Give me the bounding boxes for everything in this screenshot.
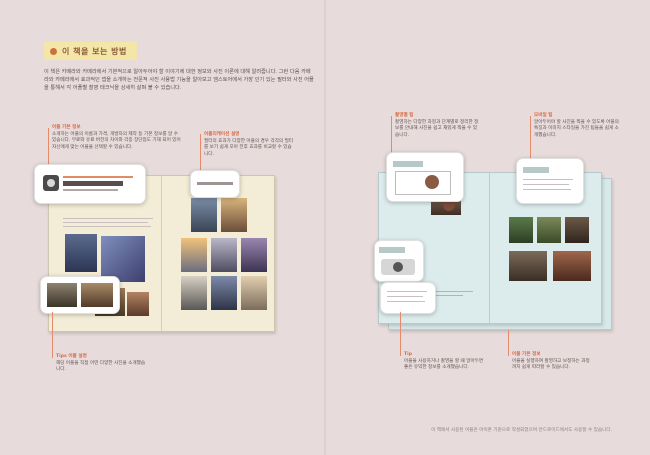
leader-line bbox=[530, 116, 531, 160]
callout-mobile-tip bbox=[516, 158, 584, 204]
callout-camera-tip bbox=[374, 240, 424, 282]
annotation-text: 알아두어야 할 사진을 찍을 수 있도록 어플의 특징과 이미지 스타일을 가진… bbox=[534, 119, 619, 138]
section-heading-title: 이 책을 보는 방법 bbox=[62, 46, 127, 56]
callout-photos bbox=[40, 276, 120, 314]
annotation-text: 해당 어플을 직접 어떤 다양한 사진을 소개했습니다. bbox=[56, 360, 146, 373]
photo-thumbnail bbox=[191, 198, 217, 232]
photo-thumbnail bbox=[181, 238, 207, 272]
annotation-app-info: 어플 기본 정보 소개하는 어플의 이름과 가격, 개발자의 제작 등 기본 정… bbox=[52, 125, 182, 151]
callout-app-header bbox=[34, 164, 146, 204]
photo-thumbnail bbox=[537, 217, 561, 243]
leader-line bbox=[52, 312, 53, 358]
photo-thumbnail bbox=[221, 198, 247, 232]
annotation-text: 촬영하는 다양한 과정과 단계별로 정리한 정보를 안내해 사진을 쉽고 재밌게… bbox=[395, 119, 479, 138]
annotation-tip: Tip 어플을 사용하거나 촬영을 할 때 알아두면 좋은 유익한 정보를 소개… bbox=[404, 352, 484, 372]
photo-thumbnail bbox=[211, 238, 237, 272]
photo-thumbnail bbox=[509, 251, 547, 281]
bullet-icon bbox=[50, 47, 57, 55]
book-gutter bbox=[489, 173, 490, 323]
camera-app-icon bbox=[43, 175, 59, 191]
photo-thumbnail bbox=[509, 217, 533, 243]
book-gutter bbox=[161, 176, 162, 331]
annotation-shooting-tips: 촬영별 팁 촬영하는 다양한 과정과 단계별로 정리한 정보를 안내해 사진을 … bbox=[395, 113, 480, 139]
annotation-text: 어플을 실행하여 촬영하고 보정하는 과정까지 쉽게 따라할 수 있습니다. bbox=[512, 358, 590, 371]
leader-line bbox=[400, 312, 401, 356]
callout-filter-label bbox=[190, 170, 240, 198]
annotation-text: 필터의 효과가 다양한 어플의 경우 각각의 필터를 보기 쉽게 모아 전후 효… bbox=[204, 138, 294, 157]
annotation-app-basic: 어플 기본 정보 어플을 실행하여 촬영하고 보정하는 과정까지 쉽게 따라할 … bbox=[512, 352, 592, 372]
photo-thumbnail bbox=[241, 276, 267, 310]
photo-thumbnail bbox=[127, 292, 149, 316]
intro-paragraph: 이 책은 카메라와 카메라에서 기본적으로 알아두어야 할 이야기에 대한 정보… bbox=[44, 69, 314, 91]
leader-line bbox=[200, 134, 201, 174]
callout-tip-box bbox=[380, 282, 436, 314]
footer-note: 이 책에서 사용된 어플은 아이폰 기준으로 작성되었으며 안드로이드에서도 사… bbox=[431, 428, 612, 433]
annotation-text: 소개하는 어플의 이름과 가격, 개발자의 제작 등 기본 정보를 알 수 있습… bbox=[52, 131, 181, 150]
annotation-text: 어플을 사용하거나 촬영을 할 때 알아두면 좋은 유익한 정보를 소개했습니다… bbox=[404, 358, 484, 371]
page-spine bbox=[324, 0, 326, 455]
leader-line bbox=[391, 116, 392, 156]
book-spread-page: 이 책을 보는 방법 이 책은 카메라와 카메라에서 기본적으로 알아두어야 할… bbox=[0, 0, 650, 455]
annotation-app-description: 어플리케이션 설명 필터의 효과가 다양한 어플의 경우 각각의 필터를 보기 … bbox=[204, 132, 294, 158]
leader-line bbox=[508, 330, 509, 356]
photo-thumbnail bbox=[181, 276, 207, 310]
photo-thumbnail bbox=[553, 251, 591, 281]
section-heading: 이 책을 보는 방법 bbox=[44, 42, 137, 60]
photo-thumbnail bbox=[211, 276, 237, 310]
annotation-tips: Tips 어플 설명 해당 어플을 직접 어떤 다양한 사진을 소개했습니다. bbox=[56, 354, 146, 374]
photo-thumbnail bbox=[241, 238, 267, 272]
callout-shooting-tip bbox=[386, 152, 464, 202]
leader-line bbox=[48, 128, 49, 168]
annotation-mobile-tips: 모바일 팁 알아두어야 할 사진을 찍을 수 있도록 어플의 특징과 이미지 스… bbox=[534, 113, 619, 139]
photo-thumbnail bbox=[565, 217, 589, 243]
photo-thumbnail bbox=[65, 234, 97, 272]
